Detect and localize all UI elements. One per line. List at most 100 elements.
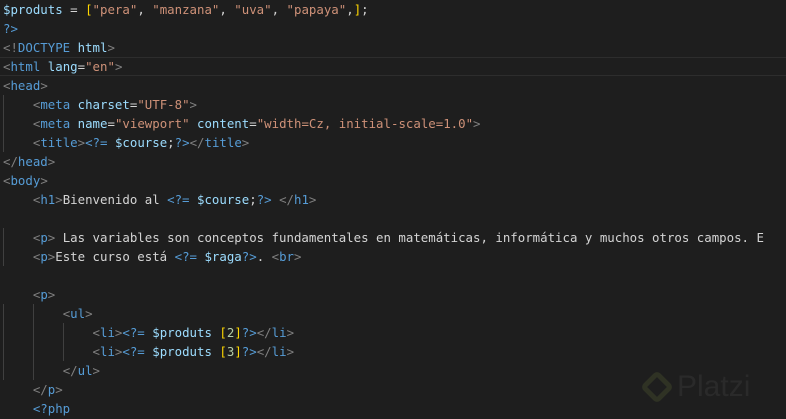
code-token-txt: ; <box>167 135 175 150</box>
code-token-punc: > <box>55 382 63 397</box>
code-token-txt: , <box>271 2 287 17</box>
code-token-var: $produts <box>144 344 220 359</box>
code-token-tag: meta <box>40 116 71 131</box>
code-token-tag: meta <box>40 97 71 112</box>
code-token-txt: , <box>346 2 354 17</box>
code-line[interactable]: <ul> <box>0 304 786 323</box>
code-line[interactable]: <li><?= $produts [3]?></li> <box>0 342 786 361</box>
code-token-punc: > <box>286 344 295 359</box>
code-editor[interactable]: $produts = ["pera", "manzana", "uva", "p… <box>0 0 786 419</box>
code-line[interactable]: <p> <box>0 285 786 304</box>
code-token-tag: p <box>40 249 48 264</box>
indent-guide <box>33 304 34 323</box>
indent-guide <box>3 361 4 380</box>
code-line[interactable]: <!DOCTYPE html> <box>0 38 786 57</box>
code-line[interactable]: <meta charset="UTF-8"> <box>0 95 786 114</box>
code-token-txt: = <box>249 116 257 131</box>
code-token-txt: Bienvenido al <box>62 192 168 207</box>
code-line[interactable]: <head> <box>0 76 786 95</box>
watermark-text: Platzi <box>677 370 751 403</box>
code-token-str: "viewport" <box>114 116 190 131</box>
code-token-brk: ] <box>234 344 242 359</box>
code-token-txt: = <box>77 59 86 74</box>
code-line[interactable] <box>0 266 786 285</box>
code-line[interactable]: ?> <box>0 19 786 38</box>
code-line[interactable]: $produts = ["pera", "manzana", "uva", "p… <box>0 0 786 19</box>
code-token-tag: h1 <box>294 192 309 207</box>
code-line[interactable]: <title><?= $course;?></title> <box>0 133 786 152</box>
code-token-punc: > <box>77 135 86 150</box>
code-token-var: $produts <box>144 325 220 340</box>
code-token-str: "papaya" <box>286 2 347 17</box>
code-line[interactable]: <li><?= $produts [2]?></li> <box>0 323 786 342</box>
code-token-attr: name <box>70 116 108 131</box>
code-token-php: <?= <box>85 135 108 150</box>
code-token-punc: </ <box>62 363 78 378</box>
code-token-var: $produts <box>3 2 63 17</box>
code-token-var: $raga <box>197 249 242 264</box>
code-token-tag: li <box>271 344 287 359</box>
code-token-txt: ; <box>249 192 257 207</box>
code-token-str: "UTF-8" <box>137 97 190 112</box>
code-token-tag: li <box>271 325 287 340</box>
code-token-tag: p <box>40 230 48 245</box>
code-token-attr: content <box>189 116 250 131</box>
indent-guide <box>3 114 4 133</box>
code-token-txt: = <box>62 2 86 17</box>
code-token-php: ?> <box>241 249 257 264</box>
code-token-punc: > <box>55 192 63 207</box>
code-token-brk: [ <box>219 325 227 340</box>
code-line[interactable]: <h1>Bienvenido al <?= $course;?> </h1> <box>0 190 786 209</box>
code-line[interactable]: <p>Este curso está <?= $raga?>. <br> <box>0 247 786 266</box>
code-token-tag: li <box>100 344 115 359</box>
code-token-punc: > <box>85 306 93 321</box>
code-token-tag: title <box>40 135 78 150</box>
code-line[interactable]: <body> <box>0 171 786 190</box>
code-token-punc: </ <box>256 325 272 340</box>
code-token-var: $course <box>107 135 168 150</box>
code-token-tag: DOCTYPE <box>17 40 71 55</box>
code-token-punc: > <box>114 59 123 74</box>
platzi-logo-icon <box>640 370 674 404</box>
code-line[interactable]: <p> Las variables son conceptos fundamen… <box>0 228 786 247</box>
code-token-punc: < <box>271 249 280 264</box>
code-token-var: $course <box>189 192 250 207</box>
code-token-punc: </ <box>32 382 48 397</box>
code-token-tag: title <box>204 135 242 150</box>
code-line[interactable]: <meta name="viewport" content="width=Cz,… <box>0 114 786 133</box>
code-line[interactable] <box>0 209 786 228</box>
code-token-punc: <! <box>3 40 18 55</box>
code-token-punc: > <box>40 173 48 188</box>
code-token-punc: > <box>40 78 48 93</box>
code-token-punc: > <box>92 363 100 378</box>
code-token-php: <?php <box>32 401 71 416</box>
code-token-punc: > <box>286 325 295 340</box>
code-token-punc: > <box>47 154 56 169</box>
indent-guide <box>33 323 34 342</box>
indent-guide <box>3 304 4 323</box>
code-token-attr: lang <box>40 59 78 74</box>
code-line[interactable]: </head> <box>0 152 786 171</box>
code-token-tag: br <box>279 249 294 264</box>
code-token-punc: > <box>241 135 250 150</box>
code-token-punc: </ <box>256 344 272 359</box>
code-token-php: <?= <box>122 325 145 340</box>
code-token-str: "en" <box>85 59 115 74</box>
code-line[interactable]: <html lang="en"> <box>0 57 786 76</box>
code-token-php: <?= <box>167 192 190 207</box>
code-token-txt: = <box>107 116 115 131</box>
code-token-str: "pera" <box>92 2 138 17</box>
indent-guide <box>3 228 4 247</box>
code-token-tag: head <box>10 78 41 93</box>
code-token-txt: . <box>256 249 272 264</box>
code-token-punc: </ <box>3 154 18 169</box>
indent-guide <box>63 342 64 361</box>
code-token-php: ?> <box>3 21 18 36</box>
code-token-str: "manzana" <box>152 2 220 17</box>
code-token-attr: html <box>70 40 108 55</box>
